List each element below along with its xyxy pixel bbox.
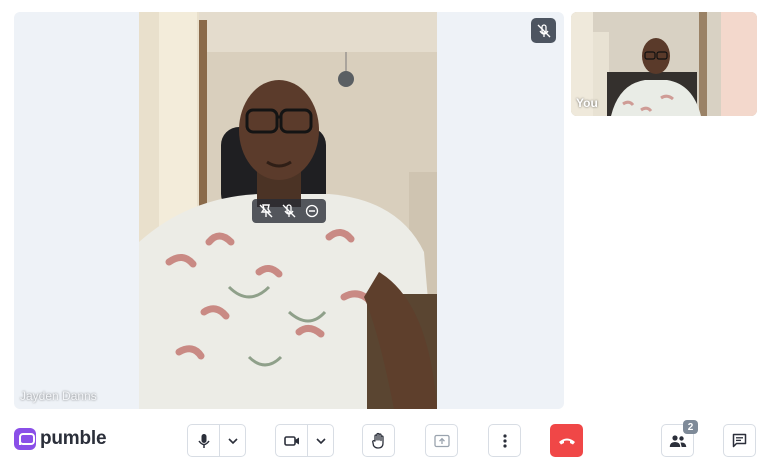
- chevron-down-icon: [316, 437, 326, 444]
- muted-mic-icon[interactable]: [279, 201, 299, 221]
- main-participant-name: Jayden Danns: [20, 389, 97, 403]
- brand-logo: pumble: [14, 427, 107, 451]
- more-options-icon: [502, 433, 507, 448]
- pumble-logo-icon: [14, 428, 36, 450]
- raise-hand-button[interactable]: [362, 424, 395, 457]
- chat-icon: [732, 433, 747, 448]
- remove-participant-icon[interactable]: [302, 201, 322, 221]
- camera-control: [275, 424, 334, 457]
- self-video: [571, 12, 757, 116]
- participants-count-badge: 2: [683, 420, 698, 434]
- camera-button[interactable]: [276, 425, 307, 456]
- microphone-button[interactable]: [188, 425, 219, 456]
- self-video-tile[interactable]: You: [571, 12, 757, 116]
- muted-mic-icon: [537, 23, 550, 37]
- meeting-stage: Jayden Danns You pumble 2: [0, 0, 768, 462]
- camera-options-button[interactable]: [307, 425, 333, 456]
- share-screen-button[interactable]: [425, 424, 458, 457]
- video-camera-icon: [283, 435, 299, 446]
- more-options-button[interactable]: [488, 424, 521, 457]
- microphone-options-button[interactable]: [219, 425, 245, 456]
- participants-icon: [669, 434, 686, 447]
- main-muted-indicator: [531, 18, 556, 43]
- end-call-button[interactable]: [550, 424, 583, 457]
- hand-icon: [371, 432, 384, 449]
- microphone-icon: [198, 433, 210, 448]
- hang-up-icon: [558, 438, 575, 444]
- participant-hover-controls: [252, 199, 326, 223]
- self-name-label: You: [576, 96, 598, 110]
- brand-name: pumble: [40, 428, 107, 449]
- screen-share-icon: [433, 434, 450, 447]
- microphone-control: [187, 424, 246, 457]
- chevron-down-icon: [228, 437, 238, 444]
- chat-button[interactable]: [723, 424, 756, 457]
- main-video-tile[interactable]: Jayden Danns: [14, 12, 564, 409]
- unpin-icon[interactable]: [256, 201, 276, 221]
